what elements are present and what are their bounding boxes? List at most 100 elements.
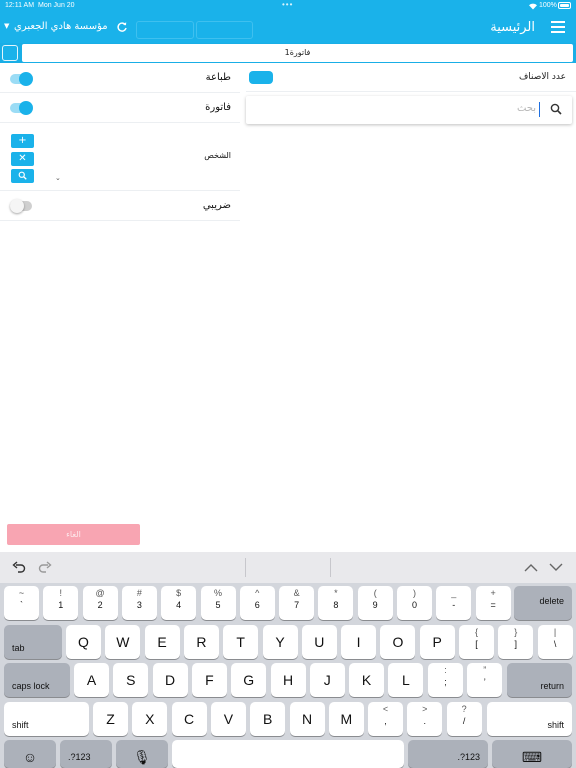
- search-icon: [550, 103, 562, 115]
- chevron-down-icon[interactable]: ▼: [4, 22, 9, 30]
- header-button-2[interactable]: [196, 21, 253, 39]
- clear-person-button[interactable]: ✕: [11, 152, 34, 166]
- key-a[interactable]: A: [74, 663, 109, 697]
- undo-icon[interactable]: [12, 561, 26, 573]
- numbers-key-left[interactable]: .?123: [60, 740, 112, 768]
- key-u[interactable]: U: [301, 624, 337, 659]
- delete-key[interactable]: delete: [514, 586, 572, 620]
- key-j[interactable]: J: [309, 663, 345, 697]
- key-punct-0[interactable]: :;: [428, 663, 463, 697]
- shift-left-key[interactable]: shift: [4, 701, 89, 736]
- key-punct-z1[interactable]: >.: [407, 701, 443, 736]
- key-k[interactable]: K: [349, 663, 385, 697]
- key-l[interactable]: L: [388, 663, 424, 697]
- key-0[interactable]: ) 0: [397, 586, 432, 620]
- key-label: H: [282, 672, 294, 688]
- key-label: ☺: [22, 749, 38, 765]
- cancel-button[interactable]: الغاء: [7, 524, 140, 545]
- battery-percent: 100%: [539, 2, 557, 9]
- key-4[interactable]: $4: [161, 586, 197, 620]
- add-person-button[interactable]: +: [11, 134, 34, 148]
- person-dropdown-chevron-icon[interactable]: ⌄: [55, 174, 61, 182]
- key-2[interactable]: @2: [82, 586, 118, 620]
- key-h[interactable]: H: [270, 663, 306, 697]
- key-p[interactable]: P: [419, 624, 455, 659]
- key-d[interactable]: D: [152, 663, 188, 697]
- key-6[interactable]: ^ 6: [239, 586, 275, 620]
- key-label: shift: [547, 719, 564, 730]
- key-label: A: [86, 672, 97, 688]
- microphone-key[interactable]: 🎙: [116, 740, 168, 768]
- key-label: _: [451, 588, 457, 598]
- key-f[interactable]: F: [191, 663, 227, 697]
- key-s[interactable]: S: [113, 663, 149, 697]
- redo-icon[interactable]: [38, 561, 52, 573]
- key-punct-1[interactable]: ”’: [467, 663, 503, 697]
- key-b[interactable]: B: [250, 701, 286, 736]
- key-9[interactable]: (9: [357, 586, 393, 620]
- menu-icon[interactable]: [551, 21, 565, 33]
- invoice-toggle[interactable]: [10, 101, 33, 115]
- key-[[interactable]: {[: [459, 624, 494, 659]
- key-label: D: [165, 672, 176, 688]
- tax-toggle[interactable]: [10, 199, 32, 213]
- key-label: [: [475, 638, 478, 649]
- key-o[interactable]: O: [380, 624, 416, 659]
- key-3[interactable]: #3: [121, 586, 157, 620]
- dismiss-keyboard-key[interactable]: ⌨: [492, 740, 572, 768]
- key-punct-z0[interactable]: <,: [368, 701, 403, 736]
- key-8[interactable]: * 8: [318, 586, 354, 620]
- header-button-1[interactable]: [136, 21, 194, 39]
- shift-right-key[interactable]: shift: [487, 701, 572, 736]
- divider: [330, 558, 331, 577]
- key-5[interactable]: % 5: [200, 586, 236, 620]
- search-input[interactable]: بحث: [517, 103, 536, 114]
- space-key[interactable]: [172, 740, 404, 768]
- key-n[interactable]: N: [289, 701, 325, 736]
- return-key[interactable]: return: [507, 663, 572, 697]
- invoice-options-button[interactable]: [2, 45, 18, 61]
- key-q[interactable]: Q: [66, 624, 101, 659]
- key-t[interactable]: T: [223, 624, 259, 659]
- key-e[interactable]: E: [144, 624, 180, 659]
- chevron-up-icon[interactable]: [524, 563, 538, 572]
- app-header: الرئيسية ▼ مؤسسة هادي الجعبري: [0, 12, 576, 43]
- key-i[interactable]: I: [341, 624, 377, 659]
- key-label: <: [382, 703, 389, 714]
- company-selector[interactable]: مؤسسة هادي الجعبري: [14, 21, 108, 32]
- items-count-label: عدد الاصناف: [518, 72, 566, 82]
- key-y[interactable]: Y: [262, 624, 298, 659]
- key-][interactable]: }]: [498, 624, 534, 659]
- emoji-key[interactable]: ☺: [4, 740, 56, 768]
- key-`[interactable]: ~ `: [4, 586, 39, 620]
- key-7[interactable]: & 7: [279, 586, 315, 620]
- key-\[interactable]: | \: [537, 624, 573, 659]
- key-r[interactable]: R: [183, 624, 219, 659]
- invoice-name-field[interactable]: فاتورة1: [22, 44, 573, 62]
- key--[interactable]: _ -: [436, 586, 472, 620]
- key-g[interactable]: G: [231, 663, 267, 697]
- search-box[interactable]: بحث: [246, 96, 572, 124]
- key-v[interactable]: V: [210, 701, 246, 736]
- key-label: 3: [136, 600, 142, 610]
- divider: [245, 558, 246, 577]
- print-row: طباعة: [0, 64, 240, 93]
- numbers-key-right[interactable]: .?123: [408, 740, 488, 768]
- key-x[interactable]: X: [132, 701, 168, 736]
- key-label: (: [373, 588, 377, 598]
- caps-lock-key[interactable]: caps lock: [4, 663, 70, 697]
- key-z[interactable]: Z: [93, 701, 128, 736]
- print-toggle[interactable]: [10, 72, 33, 86]
- key-m[interactable]: M: [328, 701, 364, 736]
- key-w[interactable]: W: [105, 624, 141, 659]
- tab-key[interactable]: tab: [4, 624, 62, 659]
- key-=[interactable]: + =: [475, 586, 511, 620]
- search-person-button[interactable]: [11, 169, 34, 183]
- key-punct-z2[interactable]: ? /: [446, 701, 482, 736]
- chevron-down-icon[interactable]: [549, 563, 563, 572]
- refresh-icon[interactable]: [116, 21, 128, 33]
- key-label: ,: [384, 715, 387, 726]
- key-1[interactable]: ! 1: [43, 586, 79, 620]
- key-label: .?123: [457, 752, 480, 762]
- key-c[interactable]: C: [171, 701, 207, 736]
